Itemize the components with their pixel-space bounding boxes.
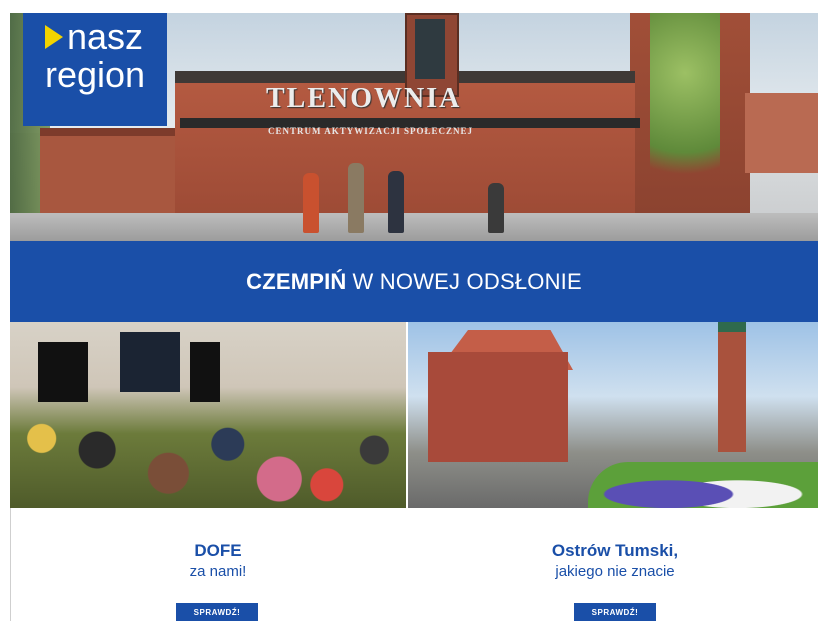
card-title: DOFE xyxy=(194,541,242,560)
person xyxy=(488,183,504,233)
logo-text-line1: nasz xyxy=(67,16,144,57)
card-ostrow-tumski: Ostrów Tumski, jakiego nie znacie xyxy=(465,540,765,582)
building-far-right xyxy=(745,93,818,173)
check-button-dofe[interactable]: SPRAWDŹ! xyxy=(176,603,258,621)
card-subtitle: za nami! xyxy=(189,563,247,580)
headline-bold: CZEMPIŃ xyxy=(246,268,347,294)
card-dofe: DOFE za nami! xyxy=(68,540,368,582)
headline-rest: W NOWEJ ODSŁONIE xyxy=(352,268,582,294)
logo-nasz-region[interactable]: nasz region xyxy=(23,13,167,126)
church-building xyxy=(428,352,568,462)
projection-screen xyxy=(120,332,180,392)
check-button-ostrow-tumski[interactable]: SPRAWDŹ! xyxy=(574,603,656,621)
audience-crowd xyxy=(10,392,406,508)
tree-right xyxy=(650,13,720,213)
card-title: Ostrów Tumski, xyxy=(551,541,679,560)
building-subsign: CENTRUM AKTYWIZACJI SPOŁECZNEJ xyxy=(268,126,474,136)
flower-bed xyxy=(588,462,818,508)
card-subtitle: jakiego nie znacie xyxy=(555,563,675,580)
photo-ostrow-tumski[interactable] xyxy=(408,322,818,508)
cathedral-tower xyxy=(718,332,746,452)
divider xyxy=(10,508,11,621)
headline-banner[interactable]: CZEMPIŃ W NOWEJ ODSŁONIE xyxy=(10,241,818,322)
person xyxy=(348,163,364,233)
person xyxy=(388,171,404,233)
photo-dofe-event[interactable] xyxy=(10,322,406,508)
tower-window xyxy=(415,19,445,79)
logo-text-line2: region xyxy=(45,54,146,95)
building-sign: TLENOWNIA xyxy=(266,83,462,114)
person xyxy=(303,173,319,233)
ground xyxy=(10,213,818,241)
building-left xyxy=(40,128,180,226)
